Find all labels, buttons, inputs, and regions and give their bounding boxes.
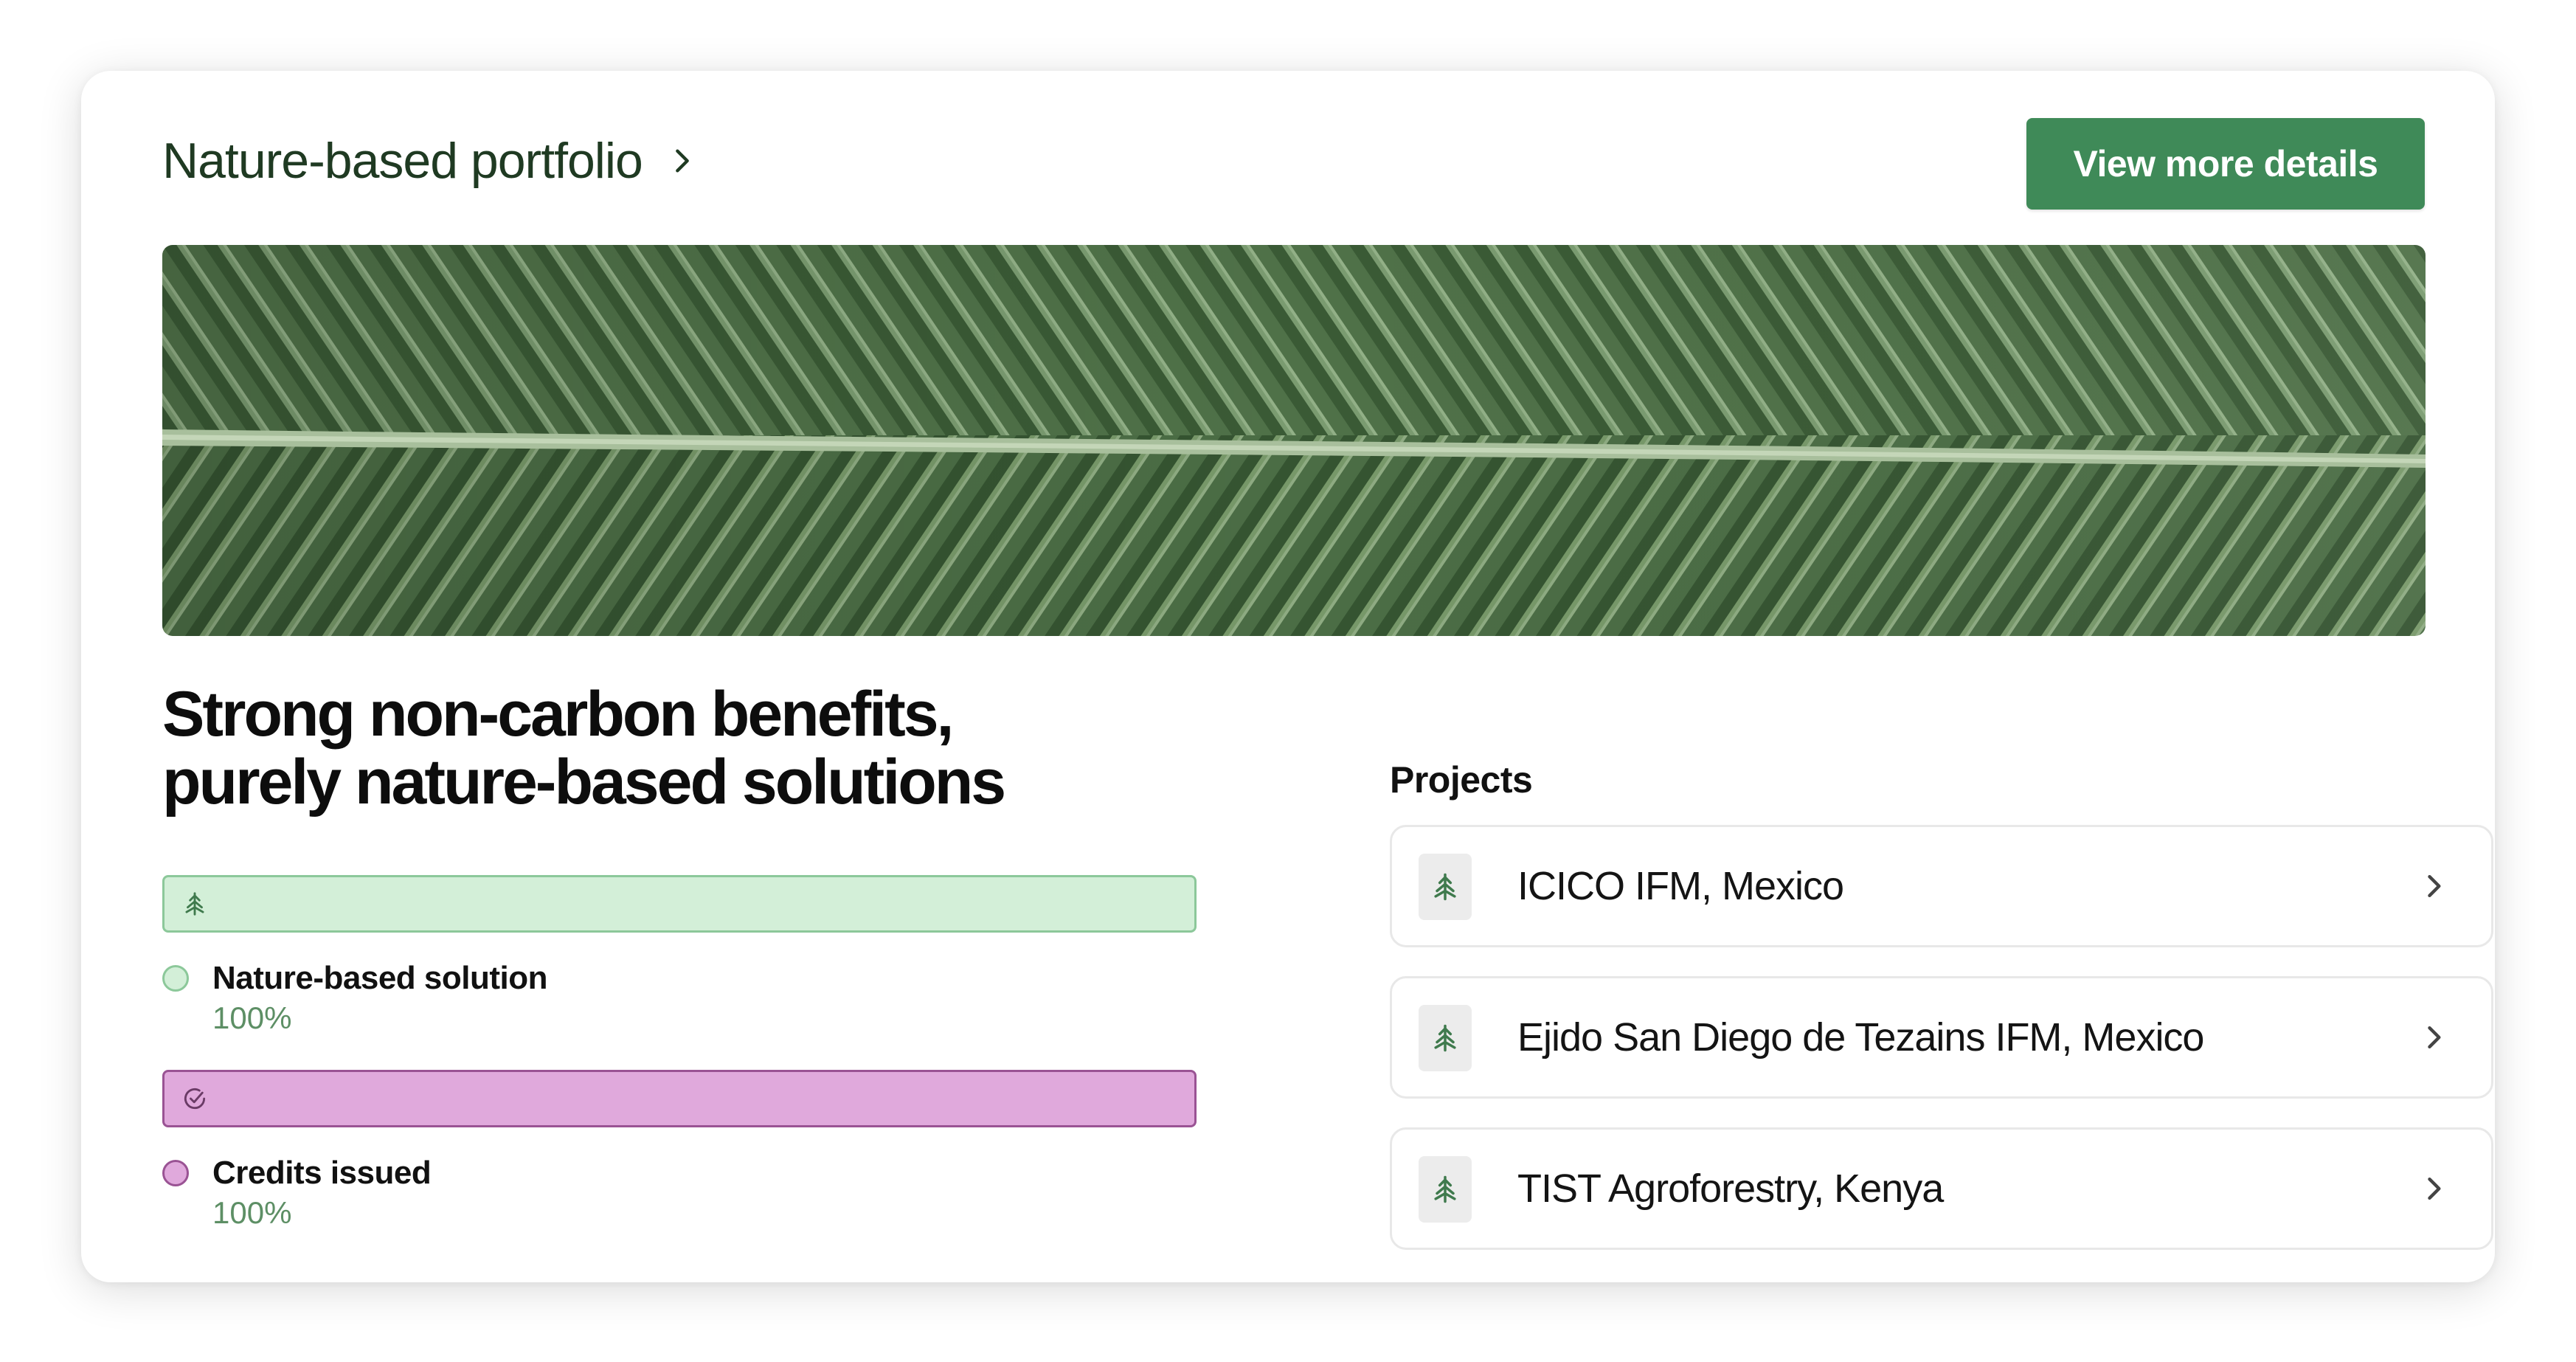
- project-name: Ejido San Diego de Tezains IFM, Mexico: [1517, 1015, 2204, 1059]
- credits-issued-bar: [162, 1070, 1197, 1127]
- headline-line-1: Strong non-carbon benefits,: [162, 679, 954, 750]
- legend-percent: 100%: [212, 1000, 292, 1035]
- tree-icon: [1434, 873, 1456, 901]
- legend-credits-issued: Credits issued 100%: [162, 1145, 1195, 1234]
- portfolio-title: Nature-based portfolio: [162, 133, 643, 189]
- portfolio-title-link[interactable]: Nature-based portfolio: [162, 130, 697, 192]
- legend-dot-credits: [162, 1160, 189, 1186]
- portfolio-card: Nature-based portfolio View more details: [81, 71, 2495, 1282]
- headline-line-2: purely nature-based solutions: [162, 747, 1006, 817]
- view-more-details-button[interactable]: View more details: [2026, 118, 2425, 210]
- project-row[interactable]: TIST Agroforestry, Kenya: [1390, 1127, 2493, 1250]
- legend-dot-nature: [162, 965, 189, 992]
- projects-heading: Projects: [1390, 759, 1533, 801]
- chevron-right-icon: [2428, 1026, 2441, 1049]
- project-name: TIST Agroforestry, Kenya: [1517, 1166, 1944, 1211]
- chevron-right-icon: [675, 149, 689, 173]
- chevron-right-icon: [2428, 874, 2441, 898]
- summary-headline: Strong non-carbon benefits, purely natur…: [162, 680, 1195, 816]
- leaf-banner-image: [162, 245, 2426, 636]
- project-icon-box: [1419, 1156, 1472, 1223]
- project-row[interactable]: Ejido San Diego de Tezains IFM, Mexico: [1390, 976, 2493, 1099]
- legend-nature-based-solution: Nature-based solution 100%: [162, 950, 1195, 1039]
- tree-icon: [1434, 1024, 1456, 1052]
- tree-icon: [185, 892, 204, 916]
- nature-based-solution-bar: [162, 875, 1197, 933]
- project-icon-box: [1419, 854, 1472, 920]
- chevron-right-icon: [2428, 1177, 2441, 1200]
- tree-icon: [1434, 1175, 1456, 1203]
- project-name: ICICO IFM, Mexico: [1517, 864, 1844, 908]
- project-icon-box: [1419, 1005, 1472, 1071]
- project-row[interactable]: ICICO IFM, Mexico: [1390, 825, 2493, 947]
- check-circle-icon: [184, 1088, 206, 1110]
- legend-percent: 100%: [212, 1195, 292, 1230]
